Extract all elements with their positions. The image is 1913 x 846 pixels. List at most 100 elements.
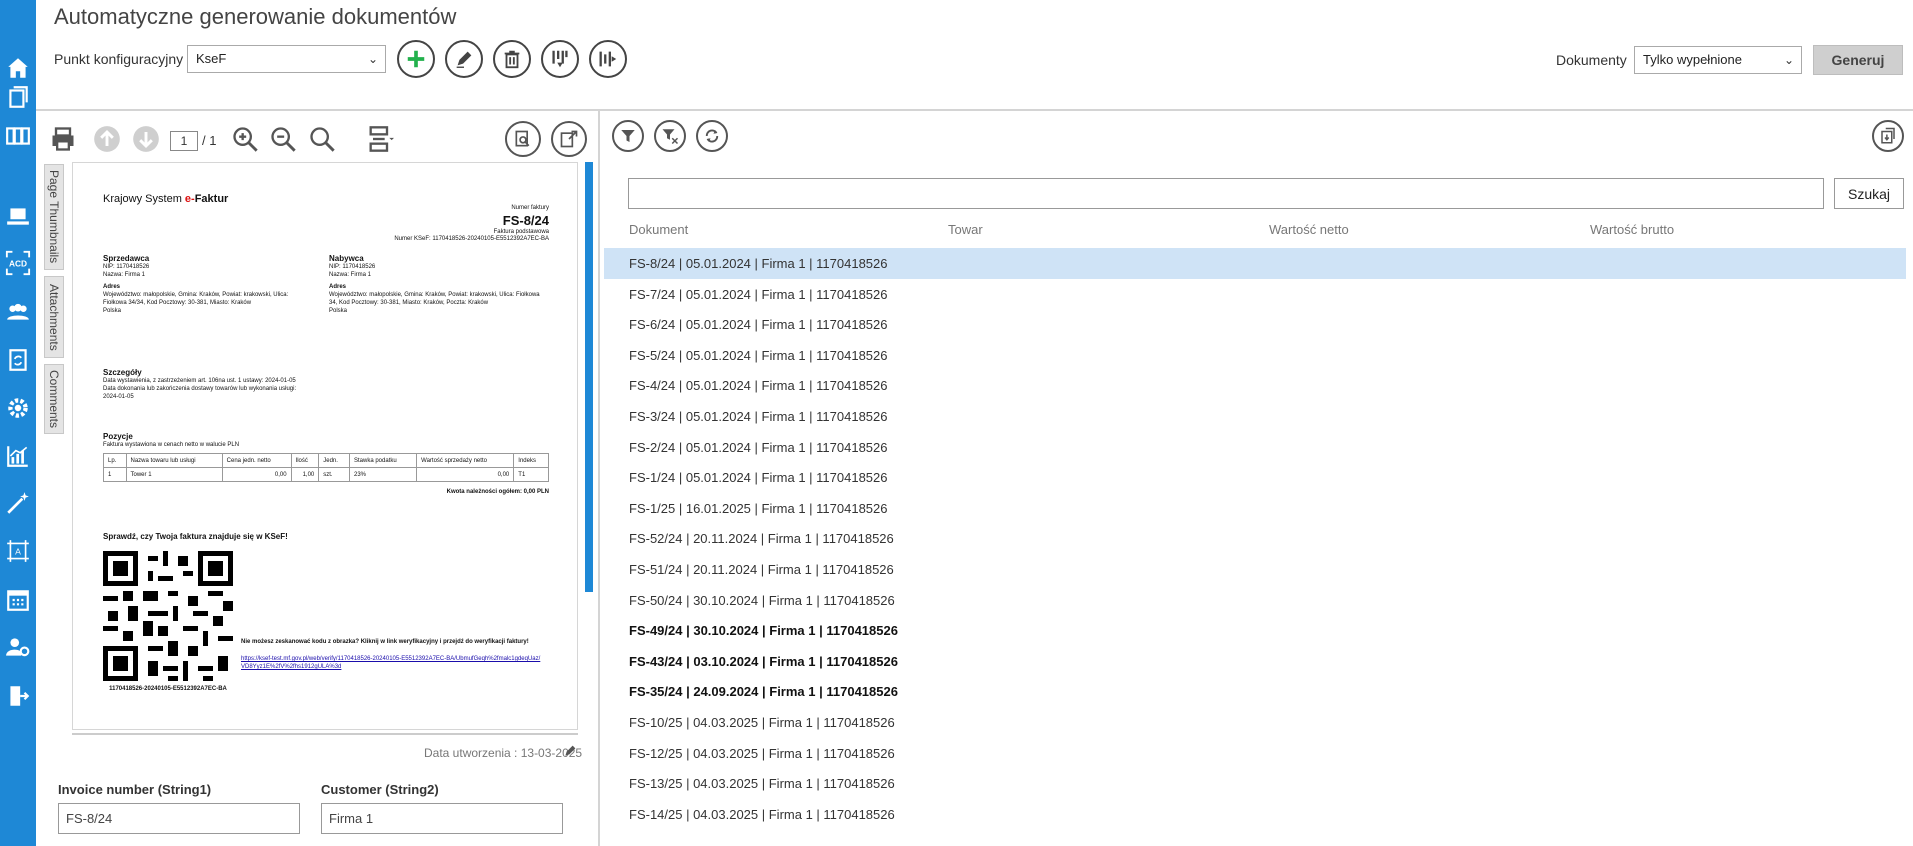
qr-note: Nie możesz zeskanować kodu z obrazka? Kl… [241, 639, 529, 645]
filter-icon [621, 130, 635, 142]
chart-icon[interactable] [2, 440, 34, 472]
list-item[interactable]: FS-35/24 | 24.09.2024 | Firma 1 | 117041… [604, 676, 1906, 707]
zoom-out-icon[interactable] [268, 124, 298, 154]
column-header-product[interactable]: Towar [948, 222, 983, 237]
config-point-select[interactable]: KseF ⌄ [187, 45, 386, 73]
list-item[interactable]: FS-5/24 | 05.01.2024 | Firma 1 | 1170418… [604, 340, 1906, 371]
laptop-icon[interactable] [2, 200, 34, 232]
add-button[interactable] [397, 40, 435, 78]
filter-clear-icon [662, 129, 679, 145]
list-item[interactable]: FS-14/25 | 04.03.2025 | Firma 1 | 117041… [604, 799, 1906, 830]
list-item[interactable]: FS-8/24 | 05.01.2024 | Firma 1 | 1170418… [604, 248, 1906, 279]
refresh-icon [705, 129, 719, 143]
list-item[interactable]: FS-3/24 | 05.01.2024 | Firma 1 | 1170418… [604, 401, 1906, 432]
bars-forward-icon [599, 51, 617, 67]
list-item[interactable]: FS-1/24 | 05.01.2024 | Firma 1 | 1170418… [604, 462, 1906, 493]
invoice-number-label: Numer faktury [511, 205, 549, 211]
details-block: Szczegóły Data wystawienia, z zastrzeżen… [103, 368, 297, 401]
documents-filter-value: Tylko wypełnione [1643, 52, 1742, 67]
customer-field[interactable]: Firma 1 [321, 803, 563, 834]
clear-filter-button[interactable] [654, 120, 686, 152]
exit-icon[interactable] [2, 680, 34, 712]
home-icon[interactable] [2, 52, 34, 84]
qr-caption: 1170418526-20240105-E5512392A7EC-BA [109, 686, 227, 692]
customer-field-label: Customer (String2) [321, 782, 439, 797]
panel-divider[interactable] [598, 109, 600, 846]
column-header-document[interactable]: Dokument [629, 222, 688, 237]
document-preview[interactable]: Krajowy System e-Faktur Numer faktury FS… [72, 162, 578, 730]
page-number-input[interactable]: 1 [170, 131, 198, 151]
qr-code-image [103, 551, 233, 681]
edit-button[interactable] [445, 40, 483, 78]
invoice-number-field-label: Invoice number (String1) [58, 782, 212, 797]
next-page-icon[interactable] [131, 124, 161, 154]
ocr-acd-icon[interactable]: ACD [2, 247, 34, 279]
list-item[interactable]: FS-6/24 | 05.01.2024 | Firma 1 | 1170418… [604, 309, 1906, 340]
sidebar: ACD A [0, 0, 36, 846]
generate-forward-button[interactable] [589, 40, 627, 78]
list-item[interactable]: FS-1/25 | 16.01.2025 | Firma 1 | 1170418… [604, 493, 1906, 524]
documents-label: Dokumenty [1556, 52, 1627, 68]
sync-doc-icon[interactable] [2, 344, 34, 376]
invoice-number: FS-8/24 [502, 213, 549, 228]
print-icon[interactable] [48, 124, 78, 154]
list-item[interactable]: FS-4/24 | 05.01.2024 | Firma 1 | 1170418… [604, 370, 1906, 401]
zoom-in-icon[interactable] [230, 124, 260, 154]
magic-wand-icon[interactable] [2, 487, 34, 519]
document-export-icon [560, 130, 578, 148]
list-item[interactable]: FS-43/24 | 03.10.2024 | Firma 1 | 117041… [604, 646, 1906, 677]
calendar-icon[interactable] [2, 584, 34, 616]
export-list-button[interactable] [1872, 120, 1904, 152]
search-input[interactable] [628, 178, 1824, 209]
column-header-gross-value[interactable]: Wartość brutto [1590, 222, 1674, 237]
layout-icon[interactable]: A [2, 535, 34, 567]
list-item[interactable]: FS-2/24 | 05.01.2024 | Firma 1 | 1170418… [604, 432, 1906, 463]
list-item[interactable]: FS-52/24 | 20.11.2024 | Firma 1 | 117041… [604, 523, 1906, 554]
delete-button[interactable] [493, 40, 531, 78]
verification-link[interactable]: https://ksef-test.mf.gov.pl/web/verify/1… [241, 655, 541, 671]
invoice-number-field[interactable]: FS-8/24 [58, 803, 300, 834]
created-date: Data utworzenia : 13-03-2025 [424, 746, 583, 760]
export-document-button[interactable] [551, 121, 587, 157]
ksef-check-title: Sprawdź, czy Twoja faktura znajduje się … [103, 532, 288, 541]
list-item[interactable]: FS-51/24 | 20.11.2024 | Firma 1 | 117041… [604, 554, 1906, 585]
invoice-type: Faktura podstawowa [493, 229, 549, 235]
tab-page-thumbnails[interactable]: Page Thumbnails [44, 164, 64, 270]
seller-block: Sprzedawca NIP: 1170418526 Nazwa: Firma … [103, 254, 289, 315]
edit-date-pencil-icon[interactable] [562, 743, 578, 759]
preview-horizontal-scrollbar[interactable] [72, 733, 578, 735]
generate-button[interactable]: Generuj [1813, 45, 1903, 75]
list-item[interactable]: FS-49/24 | 30.10.2024 | Firma 1 | 117041… [604, 615, 1906, 646]
filter-button[interactable] [612, 120, 644, 152]
svg-text:ACD: ACD [9, 259, 27, 269]
previous-page-icon[interactable] [92, 124, 122, 154]
tab-comments[interactable]: Comments [44, 364, 64, 434]
zoom-document-button[interactable] [505, 121, 541, 157]
config-point-value: KseF [196, 51, 227, 66]
column-header-net-value[interactable]: Wartość netto [1269, 222, 1349, 237]
documents-icon[interactable] [2, 81, 34, 113]
list-item[interactable]: FS-13/25 | 04.03.2025 | Firma 1 | 117041… [604, 768, 1906, 799]
document-download-icon [1881, 127, 1895, 144]
preview-scrollbar[interactable] [585, 162, 593, 592]
items-table: Lp. Nazwa towaru lub usługi Cena jedn. net… [103, 453, 549, 482]
page-layout-icon[interactable] [365, 124, 395, 154]
list-item[interactable]: FS-12/25 | 04.03.2025 | Firma 1 | 117041… [604, 738, 1906, 769]
users-icon[interactable] [2, 296, 34, 328]
search-button[interactable]: Szukaj [1834, 178, 1904, 209]
gear-icon[interactable] [2, 392, 34, 424]
user-settings-icon[interactable] [2, 631, 34, 663]
header-divider [36, 109, 1913, 111]
list-item[interactable]: FS-10/25 | 04.03.2025 | Firma 1 | 117041… [604, 707, 1906, 738]
list-item[interactable]: FS-50/24 | 30.10.2024 | Firma 1 | 117041… [604, 585, 1906, 616]
tab-attachments[interactable]: Attachments [44, 276, 64, 358]
generate-down-button[interactable] [541, 40, 579, 78]
zoom-dropdown-icon[interactable] [307, 124, 337, 154]
list-item[interactable]: FS-7/24 | 05.01.2024 | Firma 1 | 1170418… [604, 279, 1906, 310]
refresh-button[interactable] [696, 120, 728, 152]
page-title: Automatyczne generowanie dokumentów [54, 4, 457, 29]
books-icon[interactable] [2, 120, 34, 152]
documents-filter-select[interactable]: Tylko wypełnione ⌄ [1634, 46, 1802, 74]
chevron-down-icon: ⌄ [1783, 53, 1794, 67]
ksef-brand: Krajowy System e-Faktur [103, 193, 229, 205]
